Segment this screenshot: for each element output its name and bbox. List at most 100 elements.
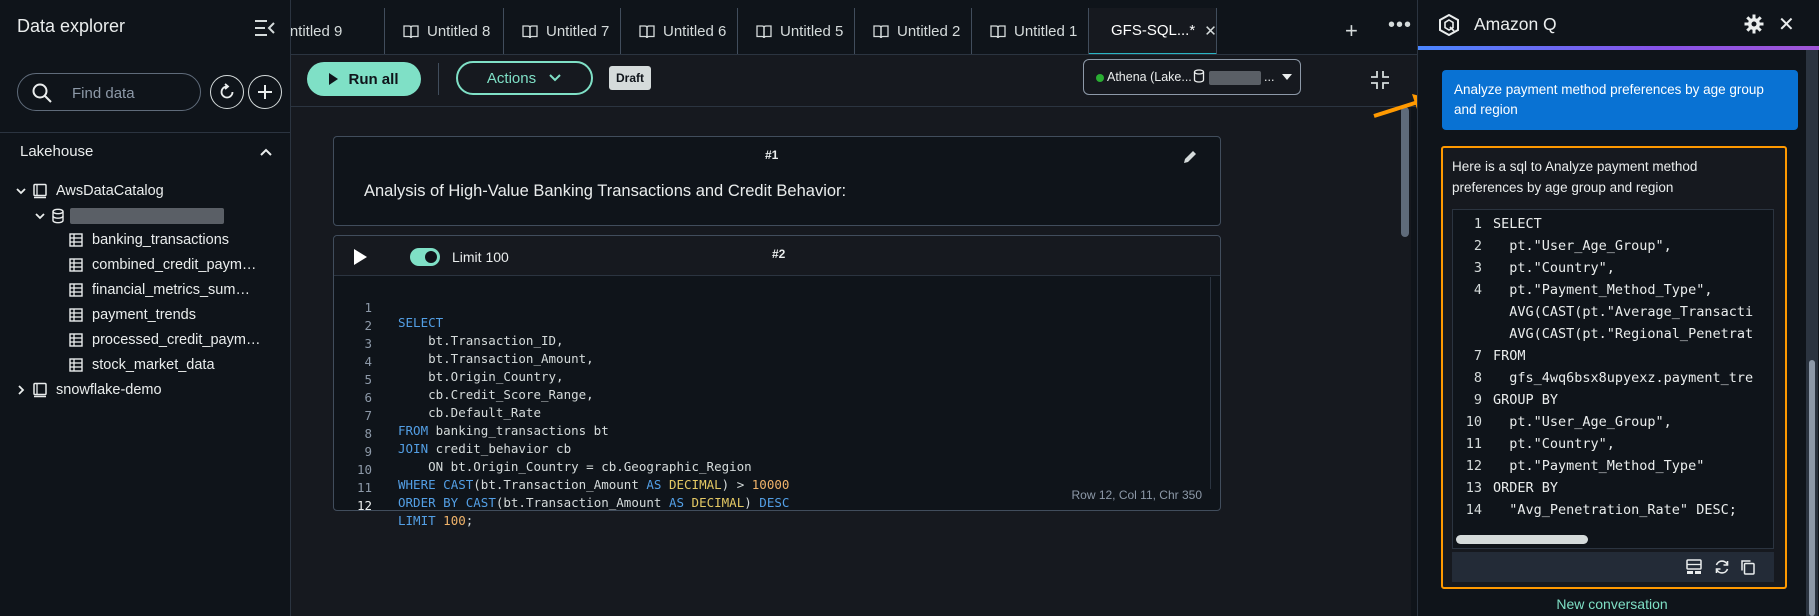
app-root: Data explorer Find data Lakehouse AwsDat… (0, 0, 1819, 616)
code-line: 10 WHERE CAST(bt.Transaction_Amount AS D… (356, 462, 790, 492)
draft-badge: Draft (609, 66, 652, 90)
tab-gfs-sql[interactable]: GFS-SQL...* ✕ (1089, 8, 1217, 54)
tree-item-table[interactable]: processed_credit_paym… (69, 329, 260, 351)
sql-cell[interactable]: Limit 100 #2 1 SELECT 2 bt.Transaction_I… (333, 235, 1221, 528)
code-line: 9 ON bt.Origin_Country = cb.Geographic_R… (364, 444, 752, 474)
tree-item-table[interactable]: stock_market_data (69, 354, 215, 376)
insert-into-notebook-icon[interactable] (1686, 559, 1702, 575)
connection-ellipsis: ... (1264, 70, 1275, 84)
sidebar-title: Data explorer (17, 16, 126, 36)
code-line: 13 ORDER BY (1465, 480, 1559, 496)
code-line: 7 FROM banking_transactions bt (364, 408, 609, 438)
tab-untitled-9[interactable]: Untitled 9 (291, 8, 385, 54)
table-icon (69, 333, 83, 347)
tree-item-label: payment_trends (92, 307, 196, 323)
notebook-icon (522, 24, 538, 38)
amazon-q-header: Amazon Q ✕ (1418, 0, 1819, 48)
edit-pencil-icon[interactable] (1182, 149, 1198, 165)
tree-item-label: processed_credit_paym… (92, 332, 261, 348)
chevron-down-icon (16, 188, 26, 195)
sql-editor[interactable]: 1 SELECT 2 bt.Transaction_ID, 3 bt.Trans… (334, 277, 1220, 528)
tab-untitled-5[interactable]: Untitled 5 (738, 8, 855, 54)
find-data-search[interactable] (17, 73, 201, 111)
tree-item-awsdatacatalog[interactable]: AwsDataCatalog (14, 180, 164, 202)
notebook-scrollbar[interactable] (1401, 107, 1409, 237)
code-line: 9 GROUP BY (1473, 392, 1559, 408)
tab-label: GFS-SQL...* (1111, 22, 1196, 39)
chevron-up-icon[interactable] (258, 144, 274, 160)
notebook-icon (639, 24, 655, 38)
more-options-icon[interactable]: ••• (1388, 14, 1412, 37)
tree-item-table[interactable]: payment_trends (69, 304, 196, 326)
new-tab-button[interactable]: + (1345, 18, 1358, 44)
user-prompt-bubble: Analyze payment method preferences by ag… (1442, 70, 1798, 130)
connection-select[interactable]: Athena (Lake... ... (1083, 59, 1301, 95)
code-line: 1 SELECT (364, 300, 444, 330)
run-cell-play-icon[interactable] (354, 249, 367, 265)
notebook-icon (990, 24, 1006, 38)
catalog-icon (33, 183, 47, 199)
new-conversation-button[interactable]: New conversation (1418, 596, 1806, 612)
sidebar-divider (0, 132, 291, 133)
notebook-icon (756, 24, 772, 38)
code-line: 4 bt.Origin_Country, (364, 354, 564, 384)
code-line: 6 cb.Default_Rate (364, 390, 541, 420)
plus-icon (258, 85, 272, 99)
run-all-label: Run all (348, 70, 399, 88)
lakehouse-section-label[interactable]: Lakehouse (20, 143, 93, 160)
markdown-cell[interactable]: #1 Analysis of High-Value Banking Transa… (333, 136, 1221, 226)
code-line: AVG(CAST(pt."Regional_Penetrat (1493, 326, 1754, 342)
regenerate-icon[interactable] (1714, 559, 1730, 575)
tree-item-label: banking_transactions (92, 232, 230, 248)
tree-item-table[interactable]: financial_metrics_sum… (69, 279, 250, 301)
toolbar-divider (438, 63, 439, 95)
database-icon (52, 208, 64, 224)
table-icon (69, 233, 83, 247)
refresh-icon (220, 83, 234, 99)
code-line: 1 SELECT (1473, 216, 1542, 232)
limit-toggle[interactable] (410, 248, 440, 266)
generated-sql-code-block[interactable]: 1 SELECT 2 pt."User_Age_Group", 3 pt."Cou… (1452, 209, 1774, 549)
tab-label: Untitled 8 (427, 23, 491, 40)
add-data-button[interactable] (248, 75, 282, 109)
tree-item-table[interactable]: banking_transactions (69, 229, 229, 251)
code-line: 3 bt.Transaction_Amount, (364, 336, 594, 366)
tree-item-table[interactable]: combined_credit_paym… (69, 254, 256, 276)
editor-gutter-line (1210, 277, 1211, 489)
notebook-icon (873, 24, 889, 38)
close-icon[interactable]: ✕ (1778, 12, 1795, 37)
code-line: 10 pt."User_Age_Group", (1465, 414, 1672, 430)
run-all-button[interactable]: Run all (307, 62, 421, 96)
tab-label: Untitled 6 (663, 23, 727, 40)
find-data-input[interactable] (72, 83, 192, 103)
q-answer-card: Here is a sql to Analyze payment method … (1441, 146, 1787, 589)
tree-item-label: snowflake-demo (56, 382, 162, 398)
tab-untitled-7[interactable]: Untitled 7 (504, 8, 621, 54)
close-tab-icon[interactable]: ✕ (1204, 22, 1217, 40)
refresh-button[interactable] (210, 75, 244, 109)
tab-untitled-1[interactable]: Untitled 1 (972, 8, 1089, 54)
code-line: 11 ORDER BY CAST(bt.Transaction_Amount A… (356, 480, 790, 510)
tab-untitled-2[interactable]: Untitled 2 (855, 8, 972, 54)
code-line: 11 pt."Country", (1465, 436, 1615, 452)
tree-item-database[interactable] (33, 205, 65, 227)
cell-number: #1 (765, 148, 779, 162)
actions-dropdown[interactable]: Actions (456, 61, 593, 95)
code-line: AVG(CAST(pt."Average_Transacti (1493, 304, 1754, 320)
collapse-sidebar-icon[interactable] (254, 18, 276, 38)
code-line: 8 JOIN credit_behavior cb (364, 426, 572, 456)
amazon-q-scrollbar[interactable] (1809, 360, 1815, 616)
tree-item-label: financial_metrics_sum… (92, 282, 250, 298)
cell-number: #2 (772, 247, 786, 261)
code-horizontal-scrollbar[interactable] (1456, 535, 1588, 544)
tree-item-snowflake-demo[interactable]: snowflake-demo (14, 379, 162, 401)
gear-icon[interactable] (1744, 14, 1764, 34)
tab-label: Untitled 9 (291, 23, 343, 40)
catalog-icon (33, 382, 47, 398)
limit-label: Limit 100 (452, 249, 509, 265)
copy-icon[interactable] (1740, 559, 1756, 575)
tab-untitled-6[interactable]: Untitled 6 (621, 8, 738, 54)
table-icon (69, 283, 83, 297)
tab-untitled-8[interactable]: Untitled 8 (385, 8, 504, 54)
code-line: 4 pt."Payment_Method_Type", (1473, 282, 1713, 298)
